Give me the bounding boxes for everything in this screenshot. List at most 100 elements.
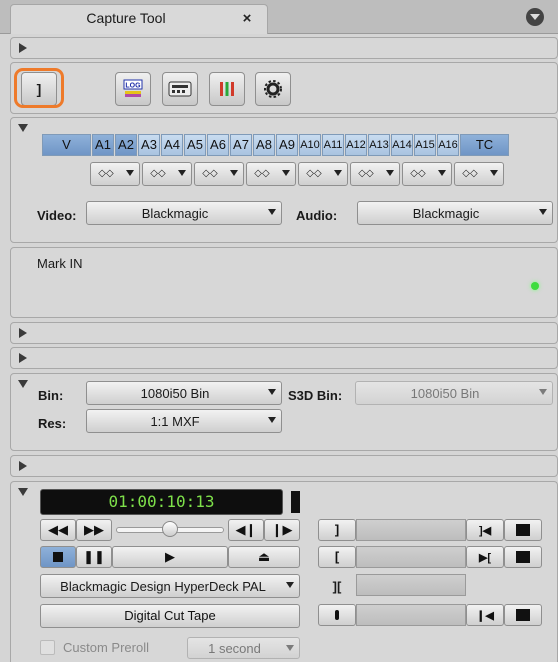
track-button-a5[interactable]: A5 — [184, 134, 206, 156]
status-message: Mark IN — [37, 256, 83, 271]
collapse-triangle-icon[interactable] — [18, 380, 28, 388]
play-button[interactable]: ▶ — [112, 546, 228, 568]
clip-timecode-field[interactable] — [356, 604, 466, 626]
track-button-a15[interactable]: A15 — [414, 134, 436, 156]
mark-in-timecode-field[interactable] — [356, 546, 466, 568]
video-source-dropdown[interactable]: Blackmagic — [86, 201, 282, 225]
chevron-down-icon — [126, 170, 134, 176]
collapse-triangle-icon[interactable] — [18, 124, 28, 132]
audio-pair-dropdown[interactable]: ◇◇ — [246, 162, 296, 186]
clear-out-button[interactable] — [504, 519, 542, 541]
toolbar-panel: ] LOG — [10, 62, 558, 114]
audio-pair-dropdown[interactable]: ◇◇ — [142, 162, 192, 186]
track-button-a9[interactable]: A9 — [276, 134, 298, 156]
svg-text:LOG: LOG — [125, 83, 141, 90]
mark-out-button-2[interactable]: ] — [318, 519, 356, 541]
go-to-out-button[interactable]: ]◀ — [466, 519, 504, 541]
bin-dropdown[interactable]: 1080i50 Bin — [86, 381, 282, 405]
audio-pair-dropdown[interactable]: ◇◇ — [194, 162, 244, 186]
eject-button[interactable]: ⏏ — [228, 546, 300, 568]
track-button-v[interactable]: V — [42, 134, 91, 156]
step-forward-icon: ❙▶ — [271, 522, 293, 537]
stop-button[interactable] — [40, 546, 76, 568]
track-button-tc[interactable]: TC — [460, 134, 509, 156]
mark-out-timecode-field[interactable] — [356, 519, 466, 541]
track-button-a4[interactable]: A4 — [161, 134, 183, 156]
s3d-bin-dropdown: 1080i50 Bin — [355, 381, 553, 405]
panel-menu-icon[interactable] — [526, 8, 544, 26]
expand-triangle-icon[interactable] — [19, 328, 27, 338]
step-forward-button[interactable]: ❙▶ — [264, 519, 300, 541]
deck-dropdown[interactable]: Blackmagic Design HyperDeck PAL — [40, 574, 300, 598]
log-button[interactable]: LOG — [115, 72, 151, 106]
track-button-a1[interactable]: A1 — [92, 134, 114, 156]
mark-clip-button[interactable] — [318, 604, 356, 626]
track-button-a12[interactable]: A12 — [345, 134, 367, 156]
pause-button[interactable]: ❚❚ — [76, 546, 112, 568]
expand-triangle-icon[interactable] — [19, 43, 27, 53]
s3d-bin-label: S3D Bin: — [288, 388, 343, 403]
duration-icon: ][ — [332, 579, 342, 594]
bin-label: Bin: — [38, 388, 64, 403]
preroll-dropdown: 1 second — [187, 637, 300, 659]
audio-meter-button[interactable] — [209, 72, 245, 106]
track-button-a10[interactable]: A10 — [299, 134, 321, 156]
audio-pair-dropdown[interactable]: ◇◇ — [454, 162, 504, 186]
step-back-button[interactable]: ◀❙ — [228, 519, 264, 541]
audio-pair-dropdown[interactable]: ◇◇ — [402, 162, 452, 186]
track-button-a11[interactable]: A11 — [322, 134, 344, 156]
clear-in-icon — [516, 551, 530, 563]
audio-pair-dropdown[interactable]: ◇◇ — [90, 162, 140, 186]
clear-out-icon — [516, 524, 530, 536]
chevron-down-icon — [539, 389, 547, 395]
status-indicator-icon — [531, 282, 539, 290]
chevron-down-icon — [286, 582, 294, 588]
settings-button[interactable] — [255, 72, 291, 106]
eject-icon: ⏏ — [257, 549, 271, 564]
collapsed-panel-2[interactable] — [10, 322, 558, 344]
track-button-a13[interactable]: A13 — [368, 134, 390, 156]
collapse-triangle-icon[interactable] — [18, 488, 28, 496]
collapsed-panel-1[interactable] — [10, 37, 558, 59]
chevron-down-icon — [230, 170, 238, 176]
expand-triangle-icon[interactable] — [19, 353, 27, 363]
track-button-a7[interactable]: A7 — [230, 134, 252, 156]
mark-in-button[interactable]: [ — [318, 546, 356, 568]
go-to-clip-button[interactable]: ❙◀ — [466, 604, 504, 626]
audio-pair-dropdown[interactable]: ◇◇ — [350, 162, 400, 186]
track-button-a3[interactable]: A3 — [138, 134, 160, 156]
track-button-a14[interactable]: A14 — [391, 134, 413, 156]
chevron-down-icon — [286, 645, 294, 651]
go-to-in-button[interactable]: ▶[ — [466, 546, 504, 568]
audio-source-dropdown[interactable]: Blackmagic — [357, 201, 553, 225]
clear-clip-icon — [516, 609, 530, 621]
play-icon: ▶ — [165, 549, 175, 564]
track-button-a6[interactable]: A6 — [207, 134, 229, 156]
collapsed-panel-4[interactable] — [10, 455, 558, 477]
chevron-down-icon — [334, 170, 342, 176]
tab-capture-tool[interactable]: Capture Tool × — [10, 4, 268, 34]
chevron-down-icon — [539, 209, 547, 215]
shuttle-slider-handle[interactable] — [162, 521, 178, 537]
go-to-out-icon: ]◀ — [478, 525, 492, 537]
mark-in-icon: [ — [334, 549, 340, 564]
digital-cut-button[interactable]: Digital Cut Tape — [40, 604, 300, 628]
audio-pair-dropdown[interactable]: ◇◇ — [298, 162, 348, 186]
clear-in-button[interactable] — [504, 546, 542, 568]
res-label: Res: — [38, 416, 67, 431]
resolution-dropdown[interactable]: 1:1 MXF — [86, 409, 282, 433]
log-icon: LOG — [123, 79, 143, 97]
custom-preroll-label: Custom Preroll — [63, 640, 149, 655]
fast-forward-button[interactable]: ▶▶ — [76, 519, 112, 541]
rewind-icon: ◀◀ — [48, 522, 68, 537]
rewind-button[interactable]: ◀◀ — [40, 519, 76, 541]
deck-button[interactable] — [162, 72, 198, 106]
collapsed-panel-3[interactable] — [10, 347, 558, 369]
expand-triangle-icon[interactable] — [19, 461, 27, 471]
clear-clip-button[interactable] — [504, 604, 542, 626]
close-icon[interactable]: × — [239, 11, 255, 27]
track-button-a16[interactable]: A16 — [437, 134, 459, 156]
track-button-a2[interactable]: A2 — [115, 134, 137, 156]
track-button-a8[interactable]: A8 — [253, 134, 275, 156]
custom-preroll-checkbox[interactable] — [40, 640, 55, 655]
